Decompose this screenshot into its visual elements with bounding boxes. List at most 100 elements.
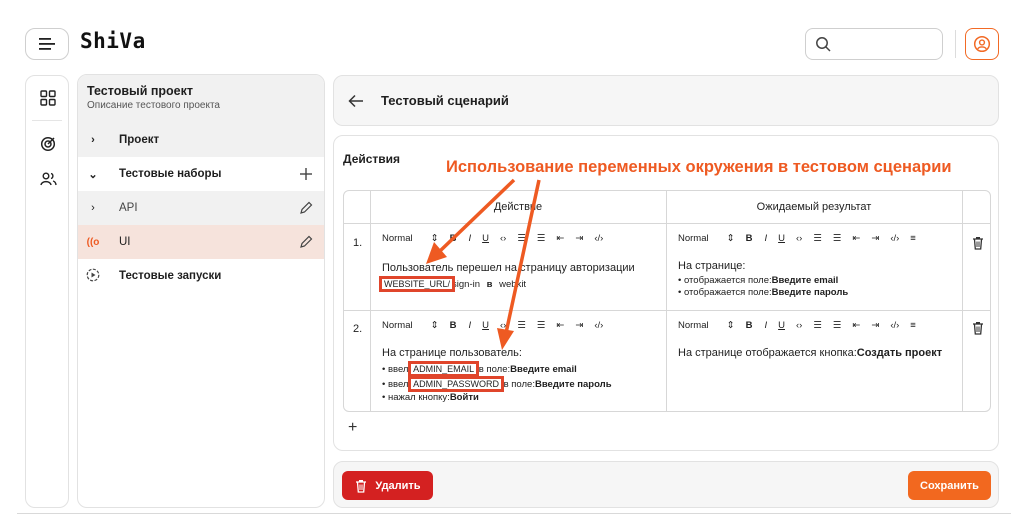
italic-button[interactable]: I (468, 233, 471, 244)
play-circle-icon (78, 268, 108, 285)
action-line: WEBSITE_URL/sign-in в webkit (378, 276, 635, 292)
select-arrows-icon[interactable]: ⇕ (431, 233, 439, 244)
expected-value: Создать проект (856, 347, 943, 359)
save-label: Сохранить (920, 479, 979, 492)
rail-users-button[interactable] (37, 168, 59, 190)
bullet-list-button[interactable]: ☰ (537, 320, 546, 331)
search-input[interactable] (837, 37, 937, 51)
tree-item-api[interactable]: › API (78, 191, 324, 225)
inline-code-button[interactable]: ‹› (500, 320, 506, 331)
bullet-field-label: в поле: (503, 379, 535, 390)
inline-code-button[interactable]: ‹› (500, 233, 506, 244)
delete-label: Удалить (375, 479, 421, 492)
ordered-list-button[interactable]: ☰ (813, 233, 822, 244)
step-expected-text[interactable]: На странице: • отображается поле:Введите… (678, 260, 848, 299)
trash-icon[interactable] (971, 321, 985, 335)
select-arrows-icon[interactable]: ⇕ (727, 320, 735, 331)
edit-ui-button[interactable] (298, 234, 314, 250)
bullet-value: Введите email (771, 275, 839, 286)
code-block-button[interactable]: ‹/› (890, 233, 899, 244)
project-description: Описание тестового проекта (87, 100, 220, 111)
add-suite-button[interactable] (298, 166, 314, 182)
code-block-button[interactable]: ‹/› (594, 233, 603, 244)
tree-item-test-suites[interactable]: ⌄ Тестовые наборы (78, 157, 324, 191)
project-title: Тестовый проект (87, 84, 194, 98)
code-block-button[interactable]: ‹/› (594, 320, 603, 331)
step-number: 2. (353, 323, 363, 335)
underline-button[interactable]: U (778, 233, 785, 244)
indent-button[interactable]: ⇥ (871, 233, 879, 244)
bold-button[interactable]: B (450, 233, 457, 244)
italic-button[interactable]: I (764, 233, 767, 244)
add-step-button[interactable]: + (348, 419, 357, 437)
strikethrough-button[interactable]: ≡ (910, 320, 916, 331)
bullet-list-button[interactable]: ☰ (833, 233, 842, 244)
action-bullet: • ввел ADMIN_EMAIL в поле:Введите email (382, 361, 612, 377)
window-bottom-edge (17, 513, 1011, 514)
indent-button[interactable]: ⇥ (575, 320, 583, 331)
editor-toolbar: Normal ⇕ B I U ‹› ☰ ☰ ⇤ ⇥ ‹/› (382, 230, 614, 246)
bold-button[interactable]: B (746, 320, 753, 331)
bold-button[interactable]: B (450, 320, 457, 331)
outdent-button[interactable]: ⇤ (556, 233, 564, 244)
outdent-button[interactable]: ⇤ (556, 320, 564, 331)
code-block-button[interactable]: ‹/› (890, 320, 899, 331)
rail-runs-button[interactable] (37, 133, 59, 155)
bullet-list-button[interactable]: ☰ (833, 320, 842, 331)
rail-projects-button[interactable] (37, 87, 59, 109)
ordered-list-button[interactable]: ☰ (517, 320, 526, 331)
edit-api-button[interactable] (298, 200, 314, 216)
step-action-text[interactable]: На странице пользователь: • ввел ADMIN_E… (382, 347, 612, 404)
tree-item-ui[interactable]: ((o UI (78, 225, 324, 259)
search-field[interactable] (805, 28, 943, 60)
strikethrough-button[interactable]: ≡ (910, 233, 916, 244)
underline-button[interactable]: U (482, 320, 489, 331)
editor-toolbar: Normal ⇕ B I U ‹› ☰ ☰ ⇤ ⇥ ‹/› (382, 317, 614, 333)
indent-button[interactable]: ⇥ (575, 233, 583, 244)
format-select[interactable]: Normal (382, 233, 413, 244)
ordered-list-button[interactable]: ☰ (517, 233, 526, 244)
inline-code-button[interactable]: ‹› (796, 320, 802, 331)
target-icon (40, 136, 56, 152)
env-variable-highlight: ADMIN_PASSWORD (408, 376, 504, 392)
save-button[interactable]: Сохранить (908, 471, 991, 500)
tree-item-test-runs[interactable]: Тестовые запуски (78, 259, 324, 293)
scenario-title: Тестовый сценарий (381, 93, 509, 108)
select-arrows-icon[interactable]: ⇕ (431, 320, 439, 331)
italic-button[interactable]: I (468, 320, 471, 331)
user-profile-icon (973, 35, 991, 53)
indent-button[interactable]: ⇥ (871, 320, 879, 331)
select-arrows-icon[interactable]: ⇕ (727, 233, 735, 244)
profile-button[interactable] (965, 28, 999, 60)
app-logo[interactable]: ShiVa (80, 29, 146, 53)
column-header-expected: Ожидаемый результат (756, 201, 872, 213)
underline-button[interactable]: U (778, 320, 785, 331)
grid-icon (40, 90, 56, 106)
format-select[interactable]: Normal (382, 320, 413, 331)
project-panel: Тестовый проект Описание тестового проек… (77, 74, 325, 508)
bullet-value: Введите пароль (771, 287, 849, 298)
ordered-list-button[interactable]: ☰ (813, 320, 822, 331)
delete-button[interactable]: Удалить (342, 471, 433, 500)
bullet-list-button[interactable]: ☰ (537, 233, 546, 244)
trash-icon[interactable] (971, 236, 985, 250)
tree-item-project[interactable]: › Проект (78, 123, 324, 157)
outdent-button[interactable]: ⇤ (852, 233, 860, 244)
menu-toggle-button[interactable] (25, 28, 69, 60)
bold-button[interactable]: B (746, 233, 753, 244)
format-select[interactable]: Normal (678, 233, 709, 244)
step-action-text[interactable]: Пользователь перешел на страницу авториз… (378, 262, 635, 292)
back-button[interactable] (346, 91, 366, 111)
step-expected-text[interactable]: На странице отображается кнопка:Создать … (678, 347, 942, 360)
bullet-prefix: • отображается поле: (678, 287, 772, 298)
inline-code-button[interactable]: ‹› (796, 233, 802, 244)
column-header-action: Действие (493, 201, 543, 213)
underline-button[interactable]: U (482, 233, 489, 244)
actions-panel: Действия Использование переменных окруже… (333, 135, 999, 451)
editor-toolbar: Normal ⇕ B I U ‹› ☰ ☰ ⇤ ⇥ ‹/› ≡ (678, 230, 927, 246)
action-browser: webkit (499, 279, 527, 290)
trash-icon (356, 479, 367, 493)
format-select[interactable]: Normal (678, 320, 709, 331)
italic-button[interactable]: I (764, 320, 767, 331)
outdent-button[interactable]: ⇤ (852, 320, 860, 331)
